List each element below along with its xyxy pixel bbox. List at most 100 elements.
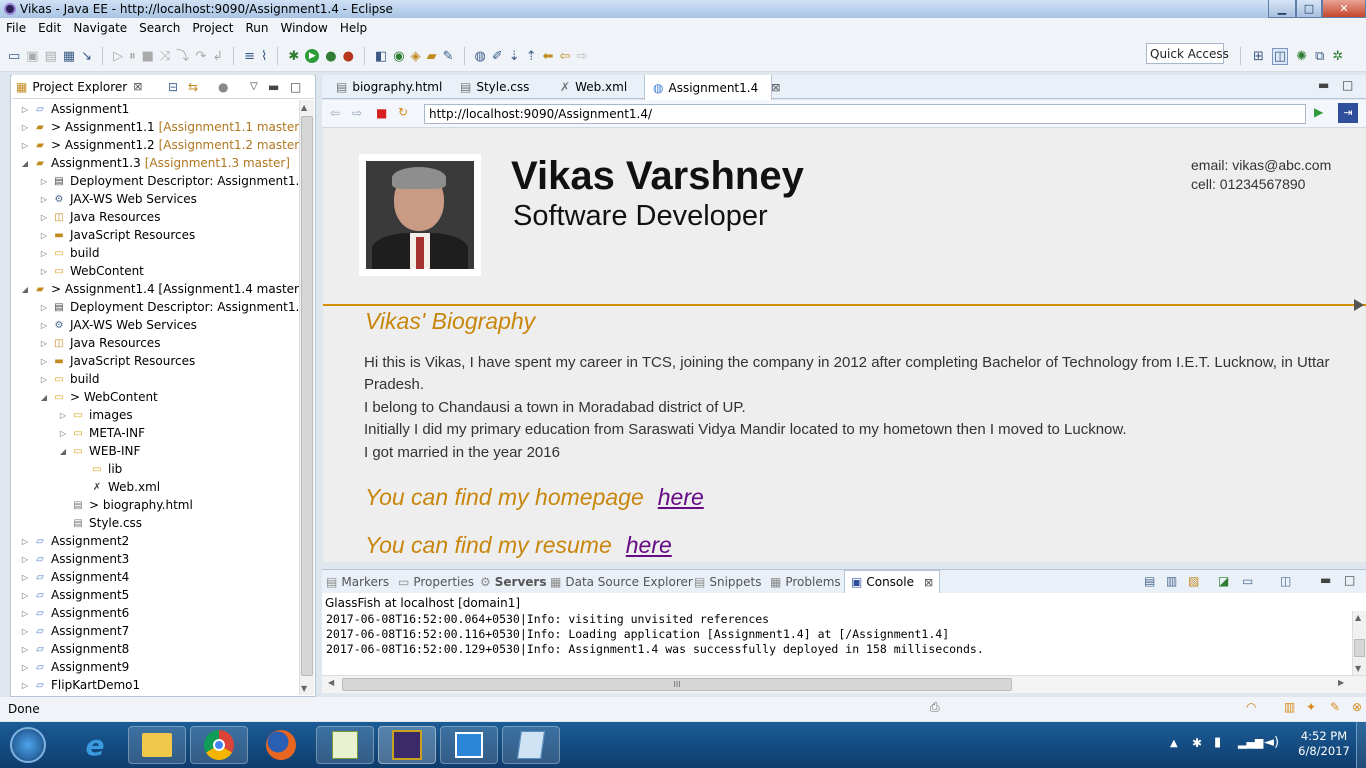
save-icon[interactable]: ▣ bbox=[26, 50, 38, 63]
tree-item[interactable]: ◢ ▰ Assignment1.3 [Assignment1.3 master] bbox=[20, 154, 290, 172]
step-return-icon[interactable]: ↲ bbox=[212, 50, 223, 63]
expanded-twisty-icon[interactable]: ◢ bbox=[20, 159, 30, 168]
tree-item[interactable]: ▷ ▬ JavaScript Resources bbox=[39, 226, 195, 244]
bottom-tab-console[interactable]: ▣ Console ⊠ bbox=[844, 570, 941, 593]
disconnect-icon[interactable]: ⤨ bbox=[160, 50, 170, 63]
tree-item[interactable]: ◢ ▭ > WebContent bbox=[39, 388, 158, 406]
tree-item[interactable]: ▷ ▱ Assignment7 bbox=[20, 622, 129, 640]
expanded-twisty-icon[interactable]: ◢ bbox=[39, 393, 49, 402]
tree-item[interactable]: ▷ ◫ Java Resources bbox=[39, 334, 161, 352]
tree-item[interactable]: ▷ ⚙ JAX-WS Web Services bbox=[39, 316, 197, 334]
console-hscroll-thumb[interactable]: III bbox=[342, 678, 1012, 691]
git-perspective-icon[interactable]: ⧉ bbox=[1315, 50, 1324, 63]
run-icon[interactable]: ▶ bbox=[305, 49, 320, 63]
collapsed-twisty-icon[interactable]: ▷ bbox=[39, 195, 49, 204]
maximize-view-icon[interactable]: □ bbox=[290, 80, 301, 94]
scroll-right-icon[interactable]: ▶ bbox=[1338, 678, 1344, 687]
toggle-comment-icon[interactable]: ⌇ bbox=[261, 50, 267, 63]
new-icon[interactable]: ▭ bbox=[8, 50, 20, 63]
terminal-icon[interactable]: ▦ bbox=[63, 50, 75, 63]
browser-menu-icon[interactable]: ⇥ bbox=[1338, 103, 1358, 123]
javaee-perspective-icon[interactable]: ◫ bbox=[1271, 47, 1289, 65]
tray-expand-icon[interactable]: ▲ bbox=[1170, 738, 1178, 749]
window-title-bar[interactable]: Vikas - Java EE - http://localhost:9090/… bbox=[0, 0, 1366, 18]
project-explorer-tab[interactable]: ▦ Project Explorer ⊠ ⊟ ⇆ ● ▽ ▬ □ bbox=[12, 75, 314, 99]
external-tools-icon[interactable]: ● bbox=[343, 50, 354, 63]
link-editor-icon[interactable]: ⇆ bbox=[188, 80, 198, 94]
collapsed-twisty-icon[interactable]: ▷ bbox=[39, 249, 49, 258]
menu-help[interactable]: Help bbox=[334, 21, 373, 35]
tree-item[interactable]: ✗ Web.xml bbox=[77, 478, 160, 496]
quick-access-field[interactable]: Quick Access bbox=[1146, 43, 1229, 64]
status-tray-4-icon[interactable]: ✎ bbox=[1330, 700, 1340, 714]
tree-item[interactable]: ◢ ▰ > Assignment1.4 [Assignment1.4 master] bbox=[20, 280, 302, 298]
last-edit-icon[interactable]: ⬅ bbox=[543, 50, 554, 63]
save-all-icon[interactable]: ▤ bbox=[45, 50, 57, 63]
bottom-tab-problems[interactable]: ▦ Problems bbox=[770, 570, 841, 594]
menu-run[interactable]: Run bbox=[239, 21, 274, 35]
console-vscroll[interactable]: ▲ ▼ bbox=[1352, 611, 1366, 675]
eclipse-taskbar-button[interactable] bbox=[378, 726, 436, 764]
new-server-icon[interactable]: ◧ bbox=[375, 50, 387, 63]
collapsed-twisty-icon[interactable]: ▷ bbox=[20, 627, 30, 636]
view-menu-icon[interactable]: ▽ bbox=[250, 81, 258, 92]
power-icon[interactable]: ▮ bbox=[1214, 735, 1221, 750]
tree-item[interactable]: ▷ ▱ Assignment6 bbox=[20, 604, 129, 622]
collapsed-twisty-icon[interactable]: ▷ bbox=[20, 681, 30, 690]
tree-item[interactable]: ▷ ▭ build bbox=[39, 370, 100, 388]
focus-icon[interactable]: ● bbox=[218, 80, 228, 94]
tree-scrollbar[interactable]: ▲ ▼ bbox=[299, 100, 314, 695]
status-tray-5-icon[interactable]: ⊗ bbox=[1352, 700, 1362, 714]
bottom-tab-markers[interactable]: ▤ Markers bbox=[326, 570, 389, 594]
forward-icon[interactable]: ⇨ bbox=[576, 50, 587, 63]
console-hscroll[interactable]: ◀ III ▶ bbox=[322, 675, 1366, 693]
collapsed-twisty-icon[interactable]: ▷ bbox=[20, 645, 30, 654]
browser-refresh-icon[interactable]: ↻ bbox=[398, 105, 408, 119]
annotation-icon[interactable]: ✐ bbox=[492, 50, 503, 63]
docs-taskbar-button[interactable] bbox=[502, 726, 560, 764]
editor-tab[interactable]: ◍ Assignment1.4 ⊠ bbox=[644, 75, 780, 100]
collapsed-twisty-icon[interactable]: ▷ bbox=[39, 177, 49, 186]
tree-item[interactable]: ▷ ▱ FlipKartDemo1 bbox=[20, 676, 140, 694]
java-perspective-icon[interactable]: ✲ bbox=[1332, 50, 1343, 63]
collapse-all-icon[interactable]: ⊟ bbox=[168, 80, 178, 94]
tree-item[interactable]: ▷ ▤ Deployment Descriptor: Assignment1.4 bbox=[39, 298, 302, 316]
tree-item[interactable]: ▷ ▱ Assignment5 bbox=[20, 586, 129, 604]
close-window-button[interactable]: ✕ bbox=[1322, 0, 1366, 18]
step-into-icon[interactable]: ⤵ bbox=[176, 50, 189, 63]
status-tray-3-icon[interactable]: ✦ bbox=[1306, 700, 1316, 714]
collapsed-twisty-icon[interactable]: ▷ bbox=[20, 555, 30, 564]
close-tab-icon[interactable]: ⊠ bbox=[771, 81, 780, 94]
tree-item[interactable]: ▷ ▱ Assignment2 bbox=[20, 532, 129, 550]
collapsed-twisty-icon[interactable]: ▷ bbox=[39, 357, 49, 366]
bluetooth-icon[interactable]: ✱ bbox=[1192, 736, 1202, 750]
collapsed-twisty-icon[interactable]: ▷ bbox=[20, 537, 30, 546]
status-tray-1-icon[interactable]: ◠ bbox=[1246, 700, 1256, 714]
collapsed-twisty-icon[interactable]: ▷ bbox=[20, 573, 30, 582]
tree-item[interactable]: ▤ > biography.html bbox=[58, 496, 193, 514]
tree-item[interactable]: ▷ ▭ build bbox=[39, 244, 100, 262]
globe-icon[interactable]: ◍ bbox=[475, 50, 486, 63]
tree-item[interactable]: ▷ ▭ WebContent bbox=[39, 262, 144, 280]
scroll-lock-icon[interactable]: ▥ bbox=[1166, 574, 1177, 588]
search-icon[interactable]: ✎ bbox=[443, 50, 454, 63]
collapsed-twisty-icon[interactable]: ▷ bbox=[58, 411, 68, 420]
console-vscroll-thumb[interactable] bbox=[1354, 639, 1365, 657]
tree-item[interactable]: ▭ lib bbox=[77, 460, 122, 478]
tree-item[interactable]: ▷ ▭ META-INF bbox=[58, 424, 145, 442]
url-input[interactable]: http://localhost:9090/Assignment1.4/ bbox=[424, 104, 1306, 124]
close-view-icon[interactable]: ⊠ bbox=[133, 80, 142, 93]
scroll-left-icon[interactable]: ◀ bbox=[328, 678, 334, 687]
show-desktop-button[interactable] bbox=[1356, 722, 1366, 768]
progress-icon[interactable]: ⎙ bbox=[930, 700, 940, 715]
menu-project[interactable]: Project bbox=[186, 21, 239, 35]
tree-item[interactable]: ▷ ▱ Assignment9 bbox=[20, 658, 129, 676]
menu-search[interactable]: Search bbox=[133, 21, 186, 35]
collapsed-twisty-icon[interactable]: ▷ bbox=[39, 231, 49, 240]
network-icon[interactable]: ▂▄▆ bbox=[1238, 736, 1263, 749]
scroll-down-icon[interactable]: ▼ bbox=[301, 684, 307, 693]
editor-minimize-icon[interactable]: ▬ bbox=[1318, 78, 1329, 92]
console-maximize-icon[interactable]: □ bbox=[1344, 573, 1355, 587]
explorer-taskbar-button[interactable] bbox=[128, 726, 186, 764]
console-output[interactable]: 2017-06-08T16:52:00.064+0530|Info: visit… bbox=[322, 611, 1352, 675]
